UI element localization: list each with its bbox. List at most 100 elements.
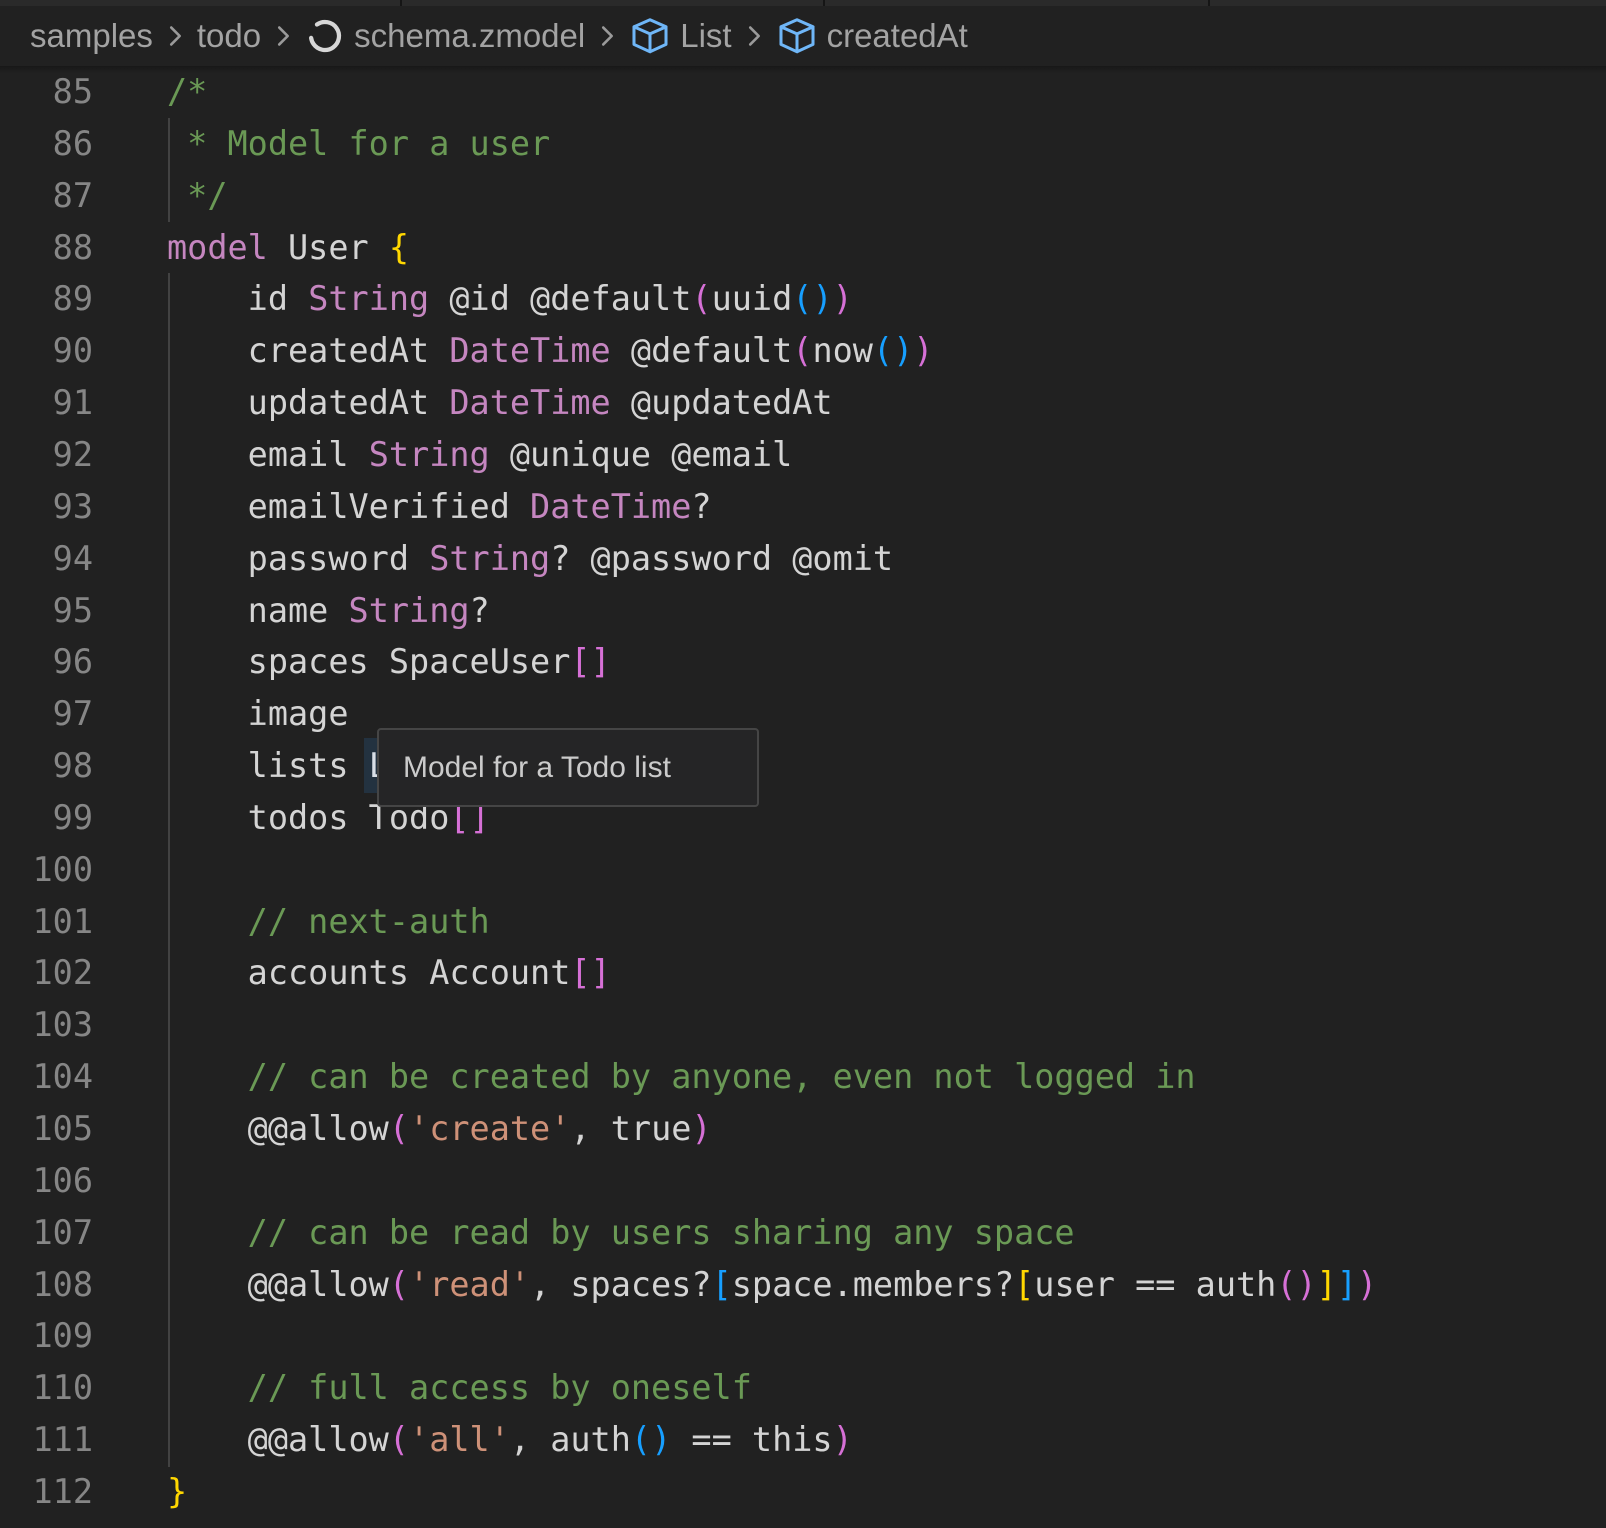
code-line[interactable]: 94 password String? @password @omit	[0, 533, 1606, 585]
code-line[interactable]: 92 email String @unique @email	[0, 429, 1606, 481]
code-line[interactable]: 86 * Model for a user	[0, 118, 1606, 170]
code-token: (	[389, 1109, 409, 1148]
loading-icon	[305, 16, 345, 56]
line-number[interactable]: 108	[0, 1259, 93, 1311]
line-number[interactable]: 88	[0, 222, 93, 274]
line-number[interactable]: 112	[0, 1466, 93, 1518]
code-line-text: createdAt DateTime @default(now())	[167, 325, 933, 377]
code-token: id	[167, 279, 308, 318]
line-number[interactable]: 98	[0, 740, 93, 792]
code-line-text: id String @id @default(uuid())	[167, 273, 853, 325]
code-line[interactable]: 89 id String @id @default(uuid())	[0, 273, 1606, 325]
code-line[interactable]: 104 // can be created by anyone, even no…	[0, 1051, 1606, 1103]
code-line[interactable]: 102 accounts Account[]	[0, 947, 1606, 999]
code-token: String	[308, 279, 429, 318]
line-number[interactable]: 93	[0, 481, 93, 533]
code-line[interactable]: 110 // full access by oneself	[0, 1362, 1606, 1414]
code-token: ]	[1317, 1265, 1337, 1304]
line-number[interactable]: 109	[0, 1310, 93, 1362]
code-line-text: @@allow('all', auth() == this)	[167, 1414, 853, 1466]
code-token: )	[1357, 1265, 1377, 1304]
code-line[interactable]: 108 @@allow('read', spaces?[space.member…	[0, 1259, 1606, 1311]
line-number[interactable]: 104	[0, 1051, 93, 1103]
line-number[interactable]: 97	[0, 688, 93, 740]
line-number[interactable]: 100	[0, 844, 93, 896]
code-line[interactable]: 109	[0, 1310, 1606, 1362]
code-token: == this	[671, 1420, 832, 1459]
code-token: )	[893, 331, 913, 370]
code-token: ]	[1337, 1265, 1357, 1304]
code-line[interactable]: 100	[0, 844, 1606, 896]
code-line[interactable]: 107 // can be read by users sharing any …	[0, 1207, 1606, 1259]
code-token: , true	[570, 1109, 691, 1148]
line-number[interactable]: 110	[0, 1362, 93, 1414]
line-number[interactable]: 92	[0, 429, 93, 481]
line-number[interactable]: 95	[0, 585, 93, 637]
line-number[interactable]: 87	[0, 170, 93, 222]
code-token: @updatedAt	[611, 383, 833, 422]
line-number[interactable]: 96	[0, 636, 93, 688]
chevron-right-icon	[272, 21, 294, 51]
code-token: @@allow	[167, 1420, 389, 1459]
code-token: String	[429, 539, 550, 578]
code-token: 'create'	[409, 1109, 570, 1148]
code-token: model	[167, 228, 268, 267]
line-number[interactable]: 111	[0, 1414, 93, 1466]
code-line[interactable]: 95 name String?	[0, 585, 1606, 637]
chevron-right-icon	[164, 21, 186, 51]
line-number[interactable]: 101	[0, 896, 93, 948]
code-line[interactable]: 90 createdAt DateTime @default(now())	[0, 325, 1606, 377]
code-line[interactable]: 99 todos Todo[]	[0, 792, 1606, 844]
code-token: ?	[691, 487, 711, 526]
code-line[interactable]: 103	[0, 999, 1606, 1051]
code-line[interactable]: 111 @@allow('all', auth() == this)	[0, 1414, 1606, 1466]
code-line[interactable]: 85 /*	[0, 66, 1606, 118]
code-line[interactable]: 91 updatedAt DateTime @updatedAt	[0, 377, 1606, 429]
code-line[interactable]: 97 image	[0, 688, 1606, 740]
line-number[interactable]: 91	[0, 377, 93, 429]
line-number[interactable]: 86	[0, 118, 93, 170]
line-number[interactable]: 90	[0, 325, 93, 377]
code-line-text: email String @unique @email	[167, 429, 792, 481]
code-token: emailVerified	[167, 487, 530, 526]
code-token: image	[167, 694, 349, 733]
line-number[interactable]: 94	[0, 533, 93, 585]
code-editor[interactable]: Model for a Todo list 85/*86 * Model for…	[0, 66, 1606, 1528]
code-token: (	[691, 279, 711, 318]
line-number[interactable]: 105	[0, 1103, 93, 1155]
line-number[interactable]: 106	[0, 1155, 93, 1207]
code-token: DateTime	[449, 331, 610, 370]
code-token: * Model for a user	[167, 124, 550, 163]
code-line[interactable]: 98 lists List[]	[0, 740, 1606, 792]
code-line[interactable]: 96 spaces SpaceUser[]	[0, 636, 1606, 688]
code-line[interactable]: 93 emailVerified DateTime?	[0, 481, 1606, 533]
line-number[interactable]: 102	[0, 947, 93, 999]
line-number[interactable]: 89	[0, 273, 93, 325]
code-token: // full access by oneself	[167, 1368, 752, 1407]
breadcrumb-item-schema-zmodel[interactable]: schema.zmodel	[305, 16, 585, 56]
code-line[interactable]: 101 // next-auth	[0, 896, 1606, 948]
code-token: )	[1297, 1265, 1317, 1304]
code-line-text: /*	[167, 66, 207, 118]
breadcrumb-item-list[interactable]: List	[629, 15, 731, 57]
breadcrumb-item-todo[interactable]: todo	[197, 17, 261, 55]
line-number[interactable]: 107	[0, 1207, 93, 1259]
code-token: /*	[167, 72, 207, 111]
code-line[interactable]: 88model User {	[0, 222, 1606, 274]
code-token: }	[167, 1472, 187, 1511]
code-token: name	[167, 591, 349, 630]
code-line-text: @@allow('create', true)	[167, 1103, 712, 1155]
code-line[interactable]: 106	[0, 1155, 1606, 1207]
line-number[interactable]: 103	[0, 999, 93, 1051]
breadcrumb-item-samples[interactable]: samples	[30, 17, 153, 55]
code-line[interactable]: 105 @@allow('create', true)	[0, 1103, 1606, 1155]
code-line[interactable]: 87 */	[0, 170, 1606, 222]
code-line-text: }	[167, 1466, 187, 1518]
code-line[interactable]: 112}	[0, 1466, 1606, 1518]
code-token: {	[389, 228, 409, 267]
line-number[interactable]: 85	[0, 66, 93, 118]
code-token: @id @default	[429, 279, 691, 318]
breadcrumb-item-createdat[interactable]: createdAt	[776, 15, 968, 57]
line-number[interactable]: 99	[0, 792, 93, 844]
code-token: password	[167, 539, 429, 578]
